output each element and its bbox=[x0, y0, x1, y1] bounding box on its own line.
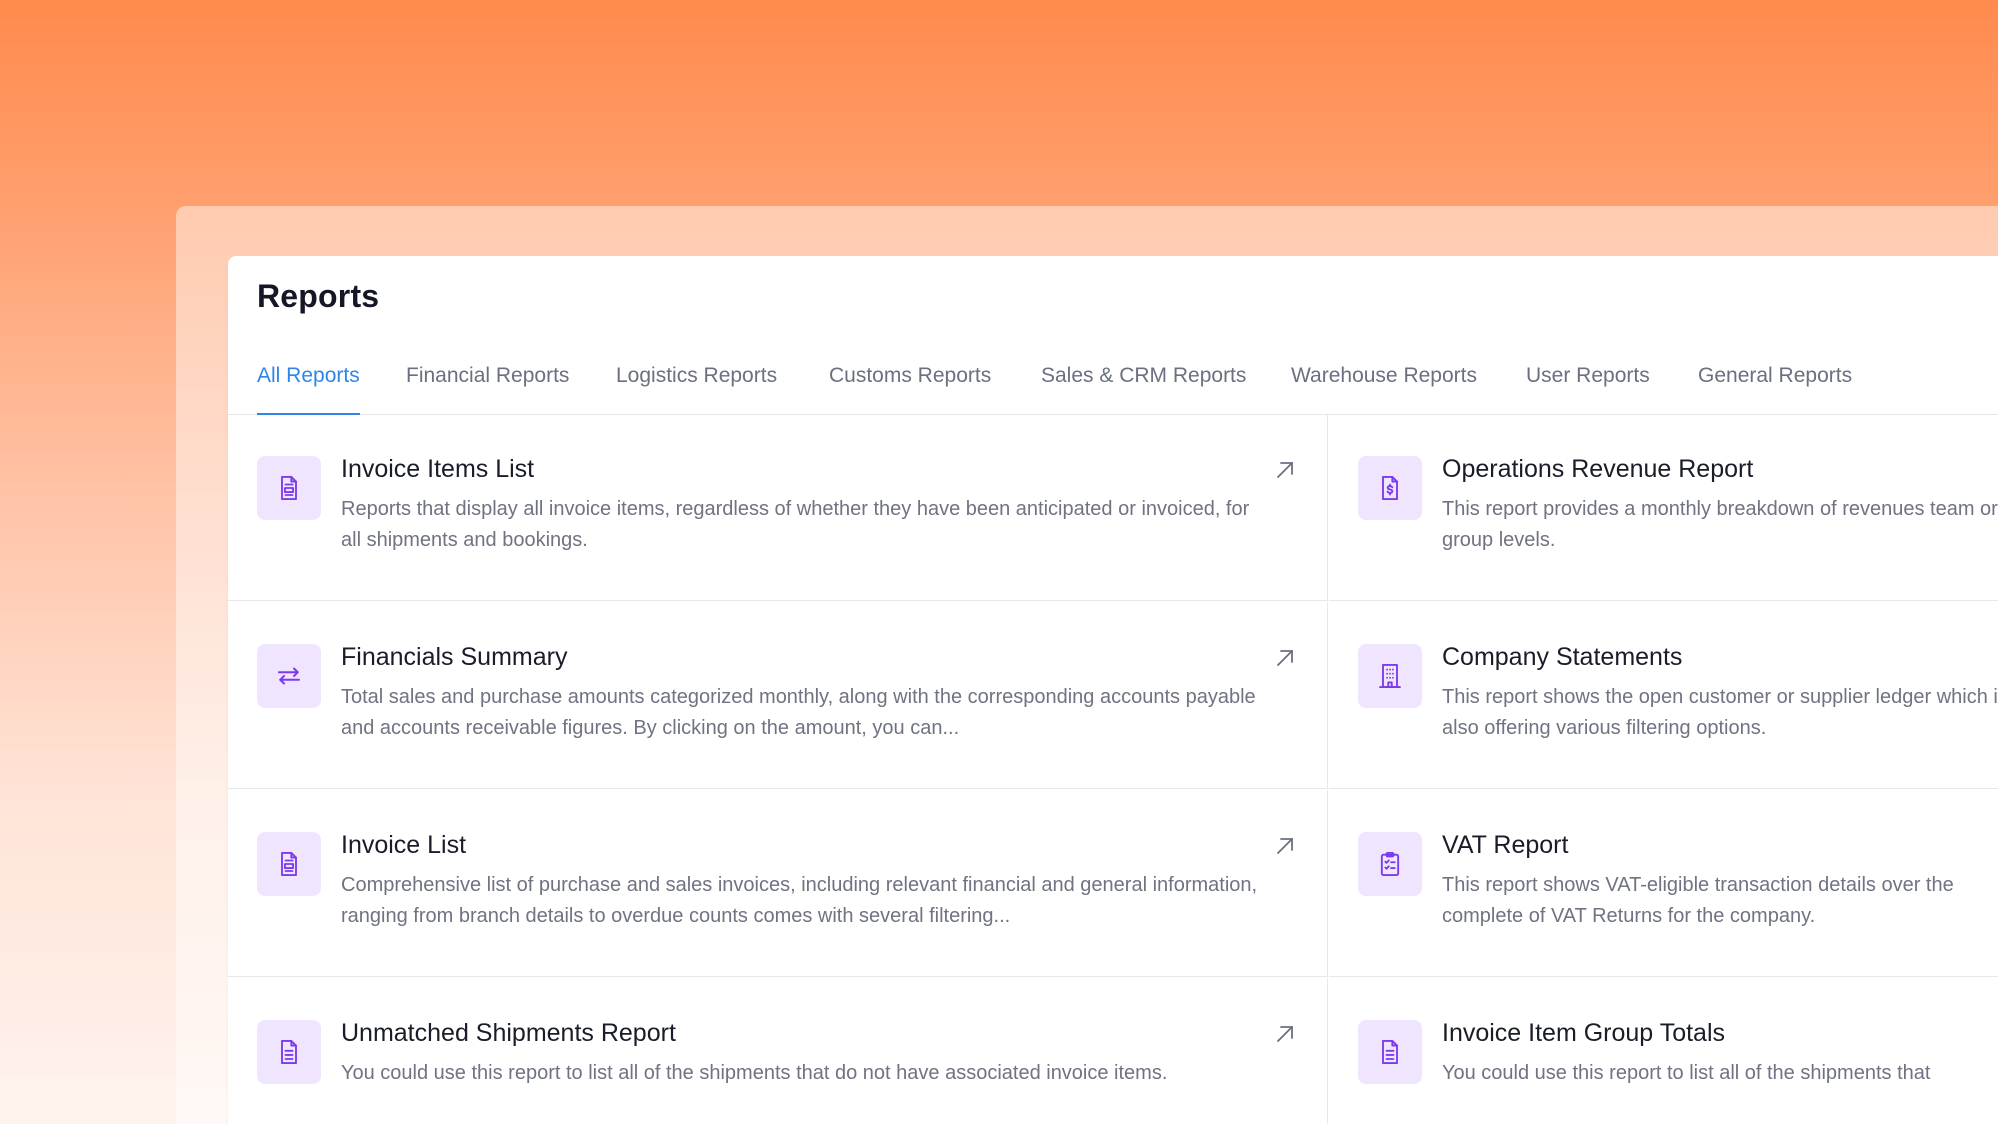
report-description: This report shows VAT-eligible transacti… bbox=[1442, 870, 1998, 932]
clipboard-check-icon bbox=[1358, 832, 1422, 896]
report-description-text: This report shows VAT-eligible transacti… bbox=[1442, 874, 1954, 927]
report-title: Unmatched Shipments Report bbox=[341, 1019, 676, 1047]
invoice-icon bbox=[257, 832, 321, 896]
tab-sales-crm-reports[interactable]: Sales & CRM Reports bbox=[1041, 356, 1246, 414]
report-card-unmatched-shipments[interactable]: Unmatched Shipments Report You could use… bbox=[228, 978, 1328, 1124]
report-description: Reports that display all invoice items, … bbox=[341, 498, 1250, 551]
report-description: You could use this report to list all of… bbox=[1442, 1062, 1931, 1084]
building-icon bbox=[1358, 644, 1422, 708]
report-card-company-statements[interactable]: Company Statements This report shows the… bbox=[1329, 602, 1998, 789]
report-description: You could use this report to list all of… bbox=[341, 1062, 1168, 1084]
report-description: Comprehensive list of purchase and sales… bbox=[341, 874, 1258, 927]
document-icon bbox=[257, 1020, 321, 1084]
report-card-invoice-list[interactable]: Invoice List Comprehensive list of purch… bbox=[228, 790, 1328, 977]
report-title: Financials Summary bbox=[341, 643, 568, 671]
open-external-arrow-icon[interactable] bbox=[1273, 834, 1297, 858]
transfer-arrows-icon bbox=[257, 644, 321, 708]
report-title: Invoice List bbox=[341, 831, 467, 859]
dollar-document-icon bbox=[1358, 456, 1422, 520]
document-icon bbox=[1358, 1020, 1422, 1084]
page-title: Reports bbox=[257, 278, 380, 314]
report-card-operations-revenue[interactable]: Operations Revenue Report This report pr… bbox=[1329, 414, 1998, 601]
tab-warehouse-reports[interactable]: Warehouse Reports bbox=[1291, 356, 1477, 414]
tab-financial-reports[interactable]: Financial Reports bbox=[406, 356, 569, 414]
report-category-tabs: All Reports Financial Reports Logistics … bbox=[228, 356, 1998, 415]
open-external-arrow-icon[interactable] bbox=[1273, 646, 1297, 670]
report-card-vat-report[interactable]: VAT Report This report shows VAT-eligibl… bbox=[1329, 790, 1998, 977]
tab-user-reports[interactable]: User Reports bbox=[1526, 356, 1650, 414]
report-description: Total sales and purchase amounts categor… bbox=[341, 686, 1256, 739]
report-card-invoice-item-group-totals[interactable]: Invoice Item Group Totals You could use … bbox=[1329, 978, 1998, 1124]
report-description-text: This report shows the open customer or s… bbox=[1442, 686, 1998, 739]
report-description: This report provides a monthly breakdown… bbox=[1442, 494, 1998, 556]
report-title: Invoice Item Group Totals bbox=[1442, 1019, 1726, 1047]
report-title: Operations Revenue Report bbox=[1442, 455, 1754, 483]
open-external-arrow-icon[interactable] bbox=[1273, 1022, 1297, 1046]
report-description-text: This report provides a monthly breakdown… bbox=[1442, 498, 1998, 551]
open-external-arrow-icon[interactable] bbox=[1273, 458, 1297, 482]
tab-general-reports[interactable]: General Reports bbox=[1698, 356, 1852, 414]
report-card-invoice-items-list[interactable]: Invoice Items List Reports that display … bbox=[228, 414, 1328, 601]
report-title: VAT Report bbox=[1442, 831, 1569, 859]
tab-all-reports[interactable]: All Reports bbox=[257, 356, 360, 415]
invoice-icon bbox=[257, 456, 321, 520]
reports-panel: Reports All Reports Financial Reports Lo… bbox=[228, 256, 1998, 1124]
report-card-financials-summary[interactable]: Financials Summary Total sales and purch… bbox=[228, 602, 1328, 789]
report-title: Company Statements bbox=[1442, 643, 1683, 671]
tab-customs-reports[interactable]: Customs Reports bbox=[829, 356, 991, 414]
tab-logistics-reports[interactable]: Logistics Reports bbox=[616, 356, 777, 414]
report-description: This report shows the open customer or s… bbox=[1442, 682, 1998, 744]
report-title: Invoice Items List bbox=[341, 455, 535, 483]
